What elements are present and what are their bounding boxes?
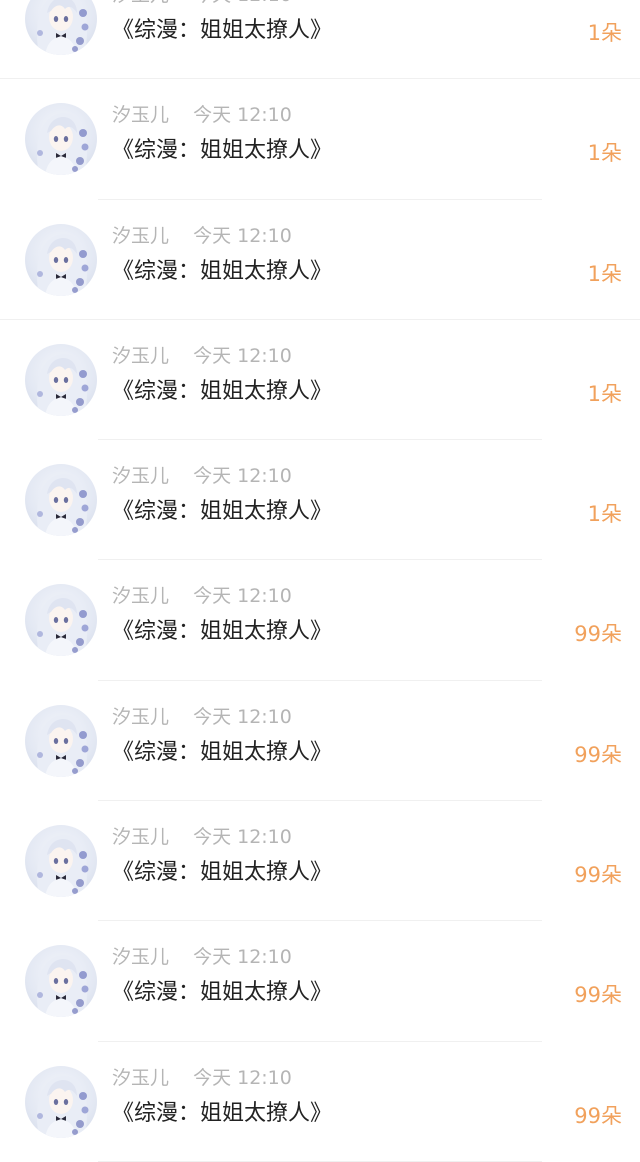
timestamp: 今天 12:10 bbox=[193, 826, 292, 849]
anime-girl-avatar-icon bbox=[37, 594, 89, 657]
avatar[interactable] bbox=[25, 103, 97, 176]
anime-girl-avatar-icon bbox=[37, 353, 89, 416]
gift-amount: 1朵 bbox=[587, 141, 622, 166]
gift-amount: 1朵 bbox=[587, 502, 622, 527]
list-item[interactable]: 汐玉儿 今天 12:10 《综漫：姐姐太撩人》 1朵 bbox=[0, 200, 640, 320]
list-item[interactable]: 汐玉儿 今天 12:10 《综漫：姐姐太撩人》 1朵 bbox=[0, 320, 640, 441]
timestamp: 今天 12:10 bbox=[193, 705, 292, 728]
list-item[interactable]: 汐玉儿 今天 12:10 《综漫：姐姐太撩人》 1朵 bbox=[0, 79, 640, 200]
user-name: 汐玉儿 bbox=[112, 1066, 170, 1089]
message-meta: 汐玉儿 今天 12:10 bbox=[112, 822, 292, 852]
user-name: 汐玉儿 bbox=[112, 826, 170, 849]
book-title: 《综漫：姐姐太撩人》 bbox=[112, 378, 333, 404]
avatar[interactable] bbox=[25, 0, 97, 55]
anime-girl-avatar-icon bbox=[37, 955, 89, 1018]
book-title: 《综漫：姐姐太撩人》 bbox=[112, 619, 333, 645]
timestamp: 今天 12:10 bbox=[193, 465, 292, 488]
gift-amount: 99朵 bbox=[574, 622, 622, 647]
avatar[interactable] bbox=[25, 945, 97, 1018]
gift-record-list: 汐玉儿 今天 12:10 《综漫：姐姐太撩人》 1朵 bbox=[0, 0, 640, 1162]
user-name: 汐玉儿 bbox=[112, 0, 169, 6]
avatar[interactable] bbox=[25, 704, 97, 777]
book-title: 《综漫：姐姐太撩人》 bbox=[112, 739, 333, 765]
message-meta: 汐玉儿 今天 12:10 bbox=[112, 100, 292, 130]
avatar[interactable] bbox=[25, 1065, 97, 1138]
anime-girl-avatar-icon bbox=[37, 474, 89, 537]
book-title: 《综漫：姐姐太撩人》 bbox=[112, 499, 333, 525]
avatar[interactable] bbox=[25, 825, 97, 898]
avatar[interactable] bbox=[25, 464, 97, 537]
avatar[interactable] bbox=[25, 343, 97, 416]
user-name: 汐玉儿 bbox=[112, 705, 170, 728]
timestamp: 今天 12:10 bbox=[193, 0, 292, 6]
timestamp: 今天 12:10 bbox=[193, 1066, 292, 1089]
message-meta: 汐玉儿 今天 12:10 bbox=[112, 581, 292, 611]
user-name: 汐玉儿 bbox=[112, 344, 170, 367]
user-name: 汐玉儿 bbox=[112, 224, 170, 247]
anime-girl-avatar-icon bbox=[37, 835, 89, 898]
timestamp: 今天 12:10 bbox=[193, 585, 292, 608]
book-title: 《综漫：姐姐太撩人》 bbox=[112, 138, 333, 164]
anime-girl-avatar-icon bbox=[37, 0, 89, 55]
message-meta: 汐玉儿 今天 12:10 bbox=[112, 341, 292, 371]
list-item[interactable]: 汐玉儿 今天 12:10 《综漫：姐姐太撩人》 99朵 bbox=[0, 681, 640, 802]
timestamp: 今天 12:10 bbox=[193, 946, 292, 969]
book-title: 《综漫：姐姐太撩人》 bbox=[112, 980, 333, 1006]
book-title: 《综漫：姐姐太撩人》 bbox=[112, 860, 333, 886]
message-meta: 汐玉儿 今天 12:10 bbox=[112, 942, 292, 972]
message-meta: 汐玉儿 今天 12:10 bbox=[112, 702, 292, 732]
message-meta: 汐玉儿 今天 12:10 bbox=[112, 1063, 292, 1093]
list-item[interactable]: 汐玉儿 今天 12:10 《综漫：姐姐太撩人》 99朵 bbox=[0, 560, 640, 681]
anime-girl-avatar-icon bbox=[37, 113, 89, 176]
gift-amount: 99朵 bbox=[574, 1103, 622, 1128]
timestamp: 今天 12:10 bbox=[193, 344, 292, 367]
list-item[interactable]: 汐玉儿 今天 12:10 《综漫：姐姐太撩人》 1朵 bbox=[0, 0, 640, 80]
book-title: 《综漫：姐姐太撩人》 bbox=[112, 18, 333, 43]
gift-amount: 1朵 bbox=[587, 261, 622, 286]
anime-girl-avatar-icon bbox=[37, 233, 89, 296]
timestamp: 今天 12:10 bbox=[193, 104, 292, 127]
avatar[interactable] bbox=[25, 584, 97, 657]
message-meta: 汐玉儿 今天 12:10 bbox=[112, 0, 292, 10]
list-item[interactable]: 汐玉儿 今天 12:10 《综漫：姐姐太撩人》 99朵 bbox=[0, 921, 640, 1042]
message-meta: 汐玉儿 今天 12:10 bbox=[112, 221, 292, 251]
list-item[interactable]: 汐玉儿 今天 12:10 《综漫：姐姐太撩人》 99朵 bbox=[0, 1042, 640, 1162]
user-name: 汐玉儿 bbox=[112, 585, 170, 608]
message-meta: 汐玉儿 今天 12:10 bbox=[112, 461, 292, 491]
list-item[interactable]: 汐玉儿 今天 12:10 《综漫：姐姐太撩人》 1朵 bbox=[0, 440, 640, 561]
list-item[interactable]: 汐玉儿 今天 12:10 《综漫：姐姐太撩人》 99朵 bbox=[0, 801, 640, 922]
book-title: 《综漫：姐姐太撩人》 bbox=[112, 258, 333, 284]
anime-girl-avatar-icon bbox=[37, 714, 89, 777]
user-name: 汐玉儿 bbox=[112, 465, 170, 488]
book-title: 《综漫：姐姐太撩人》 bbox=[112, 1100, 333, 1126]
anime-girl-avatar-icon bbox=[37, 1075, 89, 1138]
user-name: 汐玉儿 bbox=[112, 946, 170, 969]
user-name: 汐玉儿 bbox=[112, 104, 170, 127]
avatar[interactable] bbox=[25, 223, 97, 296]
gift-amount: 1朵 bbox=[587, 381, 622, 406]
gift-amount: 99朵 bbox=[574, 863, 622, 888]
timestamp: 今天 12:10 bbox=[193, 224, 292, 247]
gift-amount: 1朵 bbox=[587, 21, 622, 45]
gift-amount: 99朵 bbox=[574, 983, 622, 1008]
gift-amount: 99朵 bbox=[574, 742, 622, 767]
